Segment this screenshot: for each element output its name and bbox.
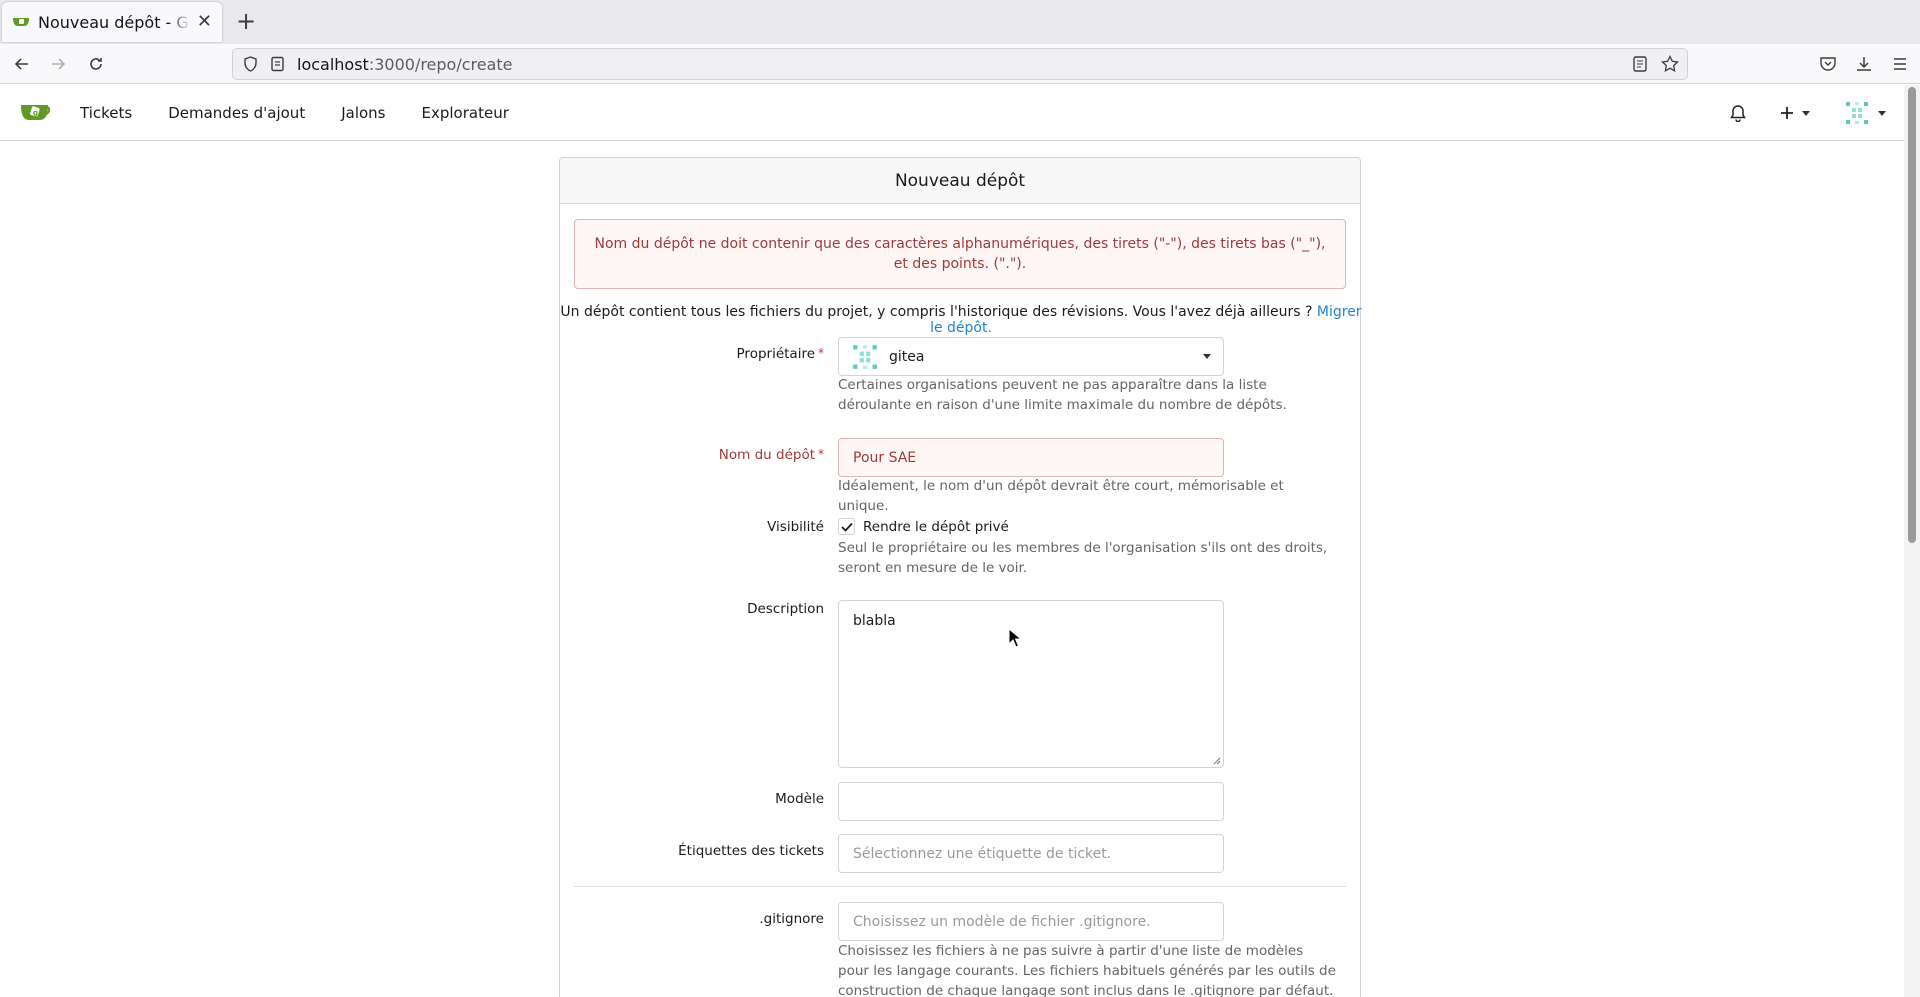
- gitea-favicon-icon: [13, 18, 29, 26]
- resize-grip-icon[interactable]: [1211, 755, 1221, 765]
- owner-field: gitea: [838, 337, 1224, 376]
- owner-label: Propriétaire *: [737, 346, 824, 362]
- repo-name-help: Idéalement, le nom d'un dépôt devrait êt…: [838, 478, 1284, 514]
- new-tab-button[interactable]: +: [232, 8, 260, 36]
- owner-label-text: Propriétaire: [736, 346, 815, 362]
- nav-pull-requests[interactable]: Demandes d'ajout: [150, 104, 323, 122]
- repo-name-field: Pour SAE: [838, 438, 1224, 477]
- mouse-cursor-icon: [1008, 628, 1022, 648]
- back-arrow-icon: [14, 58, 28, 70]
- notifications-button[interactable]: [1730, 104, 1746, 122]
- issue-labels-dropdown[interactable]: Sélectionnez une étiquette de ticket.: [838, 834, 1224, 873]
- gitignore-dropdown[interactable]: Choisissez un modèle de fichier .gitigno…: [838, 902, 1224, 941]
- chevron-down-icon: [1878, 110, 1886, 116]
- nav-explore[interactable]: Explorateur: [404, 104, 527, 122]
- issue-labels-label: Étiquettes des tickets: [678, 843, 824, 859]
- required-asterisk: *: [818, 346, 824, 360]
- download-icon: [1857, 57, 1871, 71]
- browser-navbar: localhost:3000/repo/create: [0, 44, 1920, 84]
- intro-text: Un dépôt contient tous les fichiers du p…: [560, 304, 1362, 336]
- reload-button[interactable]: [82, 50, 110, 78]
- url-bar[interactable]: localhost:3000/repo/create: [232, 48, 1688, 80]
- url-path: :3000/repo/create: [368, 54, 513, 74]
- shield-icon: [244, 56, 257, 72]
- svg-text:g: g: [33, 109, 38, 117]
- gitignore-label: .gitignore: [759, 911, 824, 927]
- page-info-icon: [271, 56, 284, 72]
- back-button[interactable]: [8, 50, 36, 78]
- pocket-button[interactable]: [1814, 50, 1842, 78]
- visibility-help: Seul le propriétaire ou les membres de l…: [838, 540, 1328, 576]
- header-actions: [1730, 85, 1886, 141]
- plus-icon: [1781, 107, 1793, 119]
- template-dropdown[interactable]: [838, 782, 1224, 821]
- forward-arrow-icon: [52, 58, 66, 70]
- repo-name-input[interactable]: Pour SAE: [838, 438, 1224, 477]
- checkmark-icon: [840, 522, 853, 532]
- page-title: Nouveau dépôt: [560, 158, 1360, 204]
- gitea-navbar: g Tickets Demandes d'ajout Jalons Explor…: [0, 85, 1904, 141]
- pocket-icon: [1820, 57, 1836, 71]
- gitignore-field: Choisissez un modèle de fichier .gitigno…: [838, 902, 1224, 941]
- page-scrollbar[interactable]: [1904, 85, 1920, 997]
- user-menu-button[interactable]: [1844, 100, 1886, 126]
- visibility-label: Visibilité: [767, 519, 824, 535]
- visibility-field: Rendre le dépôt privé: [838, 518, 1009, 535]
- url-host: localhost: [297, 54, 369, 74]
- repo-name-label-text: Nom du dépôt: [718, 447, 815, 463]
- nav-milestones[interactable]: Jalons: [323, 104, 403, 122]
- gitignore-help: Choisissez les fichiers à ne pas suivre …: [838, 943, 1336, 997]
- downloads-button[interactable]: [1850, 50, 1878, 78]
- browser-toolbar-right: [1814, 50, 1914, 78]
- browser-tab-bar: Nouveau dépôt - Gitea: Git with a cup of…: [0, 0, 1920, 44]
- section-divider: [574, 886, 1346, 887]
- new-repo-form: Nouveau dépôt Nom du dépôt ne doit conte…: [559, 157, 1362, 997]
- hamburger-menu-icon: [1894, 58, 1906, 70]
- description-textarea[interactable]: blabla: [838, 600, 1224, 768]
- url-text: localhost:3000/repo/create: [297, 55, 513, 74]
- create-new-button[interactable]: [1780, 106, 1810, 120]
- private-checkbox[interactable]: [838, 518, 855, 535]
- gitignore-placeholder: Choisissez un modèle de fichier .gitigno…: [853, 913, 1151, 930]
- owner-help: Certaines organisations peuvent ne pas a…: [838, 377, 1287, 413]
- url-actions: [1631, 55, 1679, 73]
- scrollbar-thumb[interactable]: [1908, 87, 1916, 543]
- required-asterisk: *: [818, 447, 824, 461]
- template-label: Modèle: [775, 791, 824, 807]
- chevron-down-icon: [1802, 110, 1810, 116]
- description-field: blabla: [838, 600, 1224, 768]
- bookmark-star-icon[interactable]: [1661, 55, 1679, 73]
- owner-value: gitea: [889, 348, 925, 365]
- forward-button[interactable]: [44, 50, 72, 78]
- tab-title: Nouveau dépôt - Gitea: Git with a cup of…: [38, 12, 191, 32]
- main-nav: Tickets Demandes d'ajout Jalons Explorat…: [62, 85, 527, 141]
- repo-name-label: Nom du dépôt *: [719, 447, 824, 463]
- chevron-down-icon: [1203, 354, 1211, 359]
- reader-view-icon[interactable]: [1631, 55, 1649, 73]
- issue-labels-field: Sélectionnez une étiquette de ticket.: [838, 834, 1224, 873]
- gitea-logo-icon[interactable]: g: [20, 100, 50, 124]
- user-avatar-icon: [1846, 102, 1868, 124]
- nav-tickets[interactable]: Tickets: [62, 104, 150, 122]
- issue-labels-placeholder: Sélectionnez une étiquette de ticket.: [853, 845, 1112, 862]
- owner-dropdown[interactable]: gitea: [838, 337, 1224, 376]
- description-value: blabla: [853, 613, 896, 629]
- menu-button[interactable]: [1886, 50, 1914, 78]
- template-field: [838, 782, 1224, 821]
- close-tab-icon[interactable]: ✕: [197, 13, 212, 31]
- owner-avatar-icon: [853, 344, 877, 369]
- description-label: Description: [747, 601, 824, 617]
- intro-text-body: Un dépôt contient tous les fichiers du p…: [560, 304, 1313, 320]
- reload-icon: [90, 58, 102, 70]
- error-message: Nom du dépôt ne doit contenir que des ca…: [574, 219, 1346, 289]
- private-checkbox-label[interactable]: Rendre le dépôt privé: [863, 519, 1009, 535]
- browser-tab[interactable]: Nouveau dépôt - Gitea: Git with a cup of…: [2, 2, 222, 42]
- private-checkbox-row[interactable]: Rendre le dépôt privé: [838, 518, 1009, 535]
- bell-icon: [1730, 105, 1746, 122]
